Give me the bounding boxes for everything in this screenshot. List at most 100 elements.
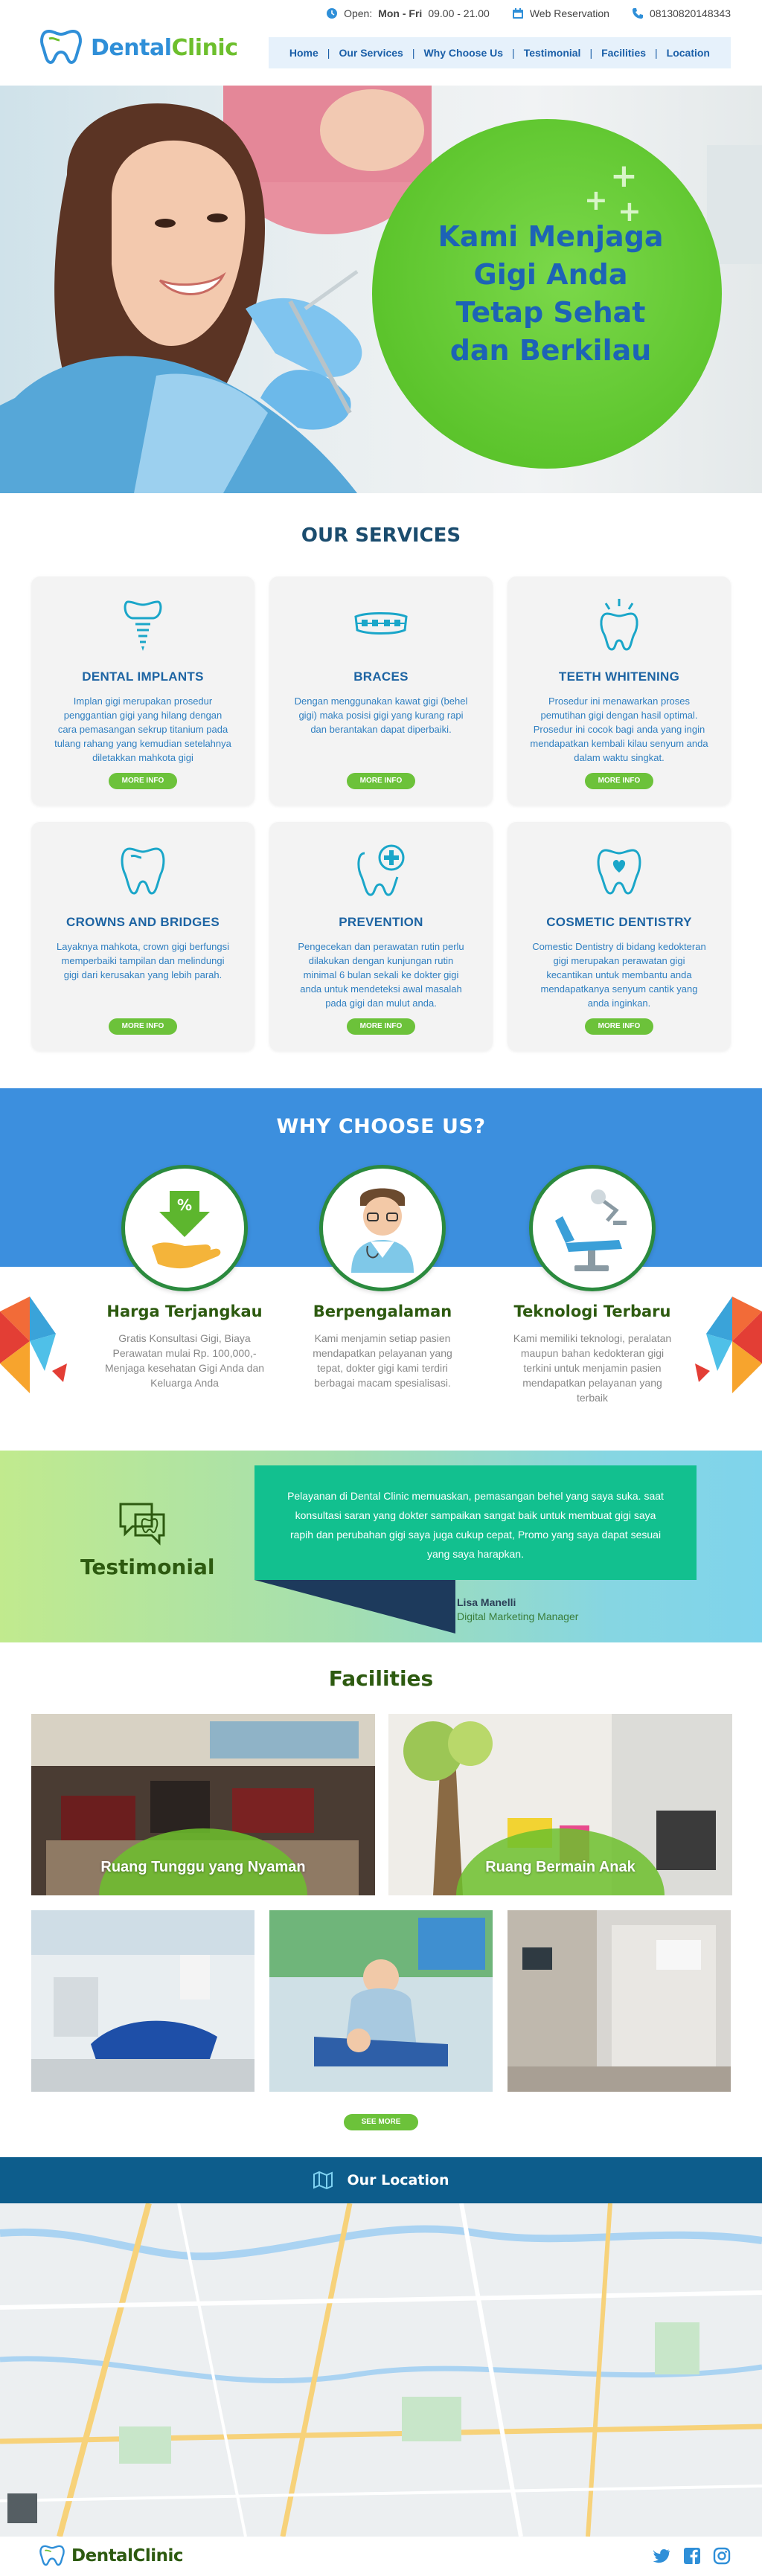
facility-photo-clinic-room[interactable] bbox=[508, 1910, 731, 2092]
cosmetic-icon bbox=[597, 849, 641, 895]
logo-text-clinic: Clinic bbox=[171, 34, 238, 61]
discount-hand-icon: % bbox=[152, 1191, 221, 1269]
triangle-decoration-left bbox=[0, 1297, 67, 1393]
facilities-section: Facilities Ruang Tunggu yang Nyaman Ruan… bbox=[0, 1642, 762, 2157]
nav-location[interactable]: Location bbox=[658, 47, 719, 59]
opening-hours: Open: Mon - Fri 09.00 - 21.00 bbox=[326, 7, 490, 19]
service-card-crowns-and-bridges: CROWNS AND BRIDGES Layaknya mahkota, cro… bbox=[31, 822, 254, 1051]
service-name: DENTAL IMPLANTS bbox=[82, 669, 204, 684]
service-description: Comestic Dentistry di bidang kedokteran … bbox=[532, 941, 706, 1009]
why-icon-circle: % bbox=[121, 1165, 248, 1291]
hero-headline: Kami Menjaga Gigi Anda Tetap Sehat dan B… bbox=[438, 220, 664, 367]
more-info-button[interactable]: MORE INFO bbox=[585, 773, 653, 789]
see-more-button[interactable]: SEE MORE bbox=[344, 2114, 418, 2130]
testimonial-section: Testimonial Pelayanan di Dental Clinic m… bbox=[0, 1451, 762, 1642]
service-card-teeth-whitening: TEETH WHITENING Prosedur ini menawarkan … bbox=[508, 576, 731, 806]
why-item-name: Berpengalaman bbox=[313, 1303, 452, 1320]
treatment-room-image bbox=[31, 1910, 254, 2092]
whitening-icon bbox=[600, 599, 638, 651]
service-description: Prosedur ini menawarkan proses pemutihan… bbox=[530, 696, 708, 763]
more-info-button[interactable]: MORE INFO bbox=[347, 773, 415, 789]
prevention-icon bbox=[357, 844, 405, 896]
dentist-icon bbox=[351, 1188, 414, 1273]
logo-text-dental: Dental bbox=[91, 34, 172, 61]
social-links bbox=[653, 2547, 731, 2565]
nav-why-choose-us[interactable]: Why Choose Us bbox=[414, 47, 512, 59]
service-name: TEETH WHITENING bbox=[558, 669, 680, 684]
services-title: OUR SERVICES bbox=[301, 524, 461, 547]
hours-time: 09.00 - 21.00 bbox=[428, 7, 490, 19]
service-card-cosmetic-dentistry: COSMETIC DENTISTRY Comestic Dentistry di… bbox=[508, 822, 731, 1051]
instagram-icon[interactable] bbox=[713, 2547, 731, 2565]
why-item-description: Kami menjamin setiap pasien mendapatkan … bbox=[313, 1332, 452, 1389]
testimonial-author-role: Digital Marketing Manager bbox=[457, 1610, 579, 1622]
why-item-name: Harga Terjangkau bbox=[106, 1303, 263, 1320]
facility-photo-dentist-at-work[interactable] bbox=[269, 1910, 493, 2092]
location-title: Our Location bbox=[347, 2172, 449, 2188]
twitter-icon[interactable] bbox=[653, 2547, 671, 2565]
braces-icon bbox=[354, 612, 408, 635]
footer-logo-dental: Dental bbox=[71, 2546, 133, 2566]
service-card-braces: BRACES Dengan menggunakan kawat gigi (be… bbox=[269, 576, 493, 806]
why-title: WHY CHOOSE US? bbox=[276, 1115, 486, 1138]
service-name: COSMETIC DENTISTRY bbox=[546, 915, 692, 929]
web-reservation-link[interactable]: Web Reservation bbox=[512, 7, 609, 19]
more-info-button[interactable]: MORE INFO bbox=[585, 1018, 653, 1035]
map-icon bbox=[313, 2171, 333, 2190]
phone-contact[interactable]: 08130820148343 bbox=[632, 7, 731, 19]
more-info-button[interactable]: MORE INFO bbox=[347, 1018, 415, 1035]
crown-icon bbox=[121, 847, 165, 895]
nav-home[interactable]: Home bbox=[281, 47, 327, 59]
dentist-at-work-image bbox=[269, 1910, 493, 2092]
hours-prefix: Open: bbox=[344, 7, 373, 19]
footer-logo[interactable]: DentalClinic bbox=[39, 2544, 184, 2568]
service-card-dental-implants: DENTAL IMPLANTS Implan gigi merupakan pr… bbox=[31, 576, 254, 806]
more-info-button[interactable]: MORE INFO bbox=[109, 773, 177, 789]
site-header: DentalClinic Open: Mon - Fri 09.00 - 21.… bbox=[0, 0, 762, 86]
tooth-logo-icon bbox=[39, 2545, 65, 2566]
location-map[interactable] bbox=[0, 2203, 762, 2537]
top-info-bar: Open: Mon - Fri 09.00 - 21.00 Web Reserv… bbox=[326, 7, 731, 19]
why-item-name: Teknologi Terbaru bbox=[513, 1303, 671, 1320]
service-description: Implan gigi merupakan prosedur pengganti… bbox=[54, 696, 231, 763]
location-header-bar: Our Location bbox=[0, 2157, 762, 2203]
clinic-room-image bbox=[508, 1910, 731, 2092]
service-name: PREVENTION bbox=[339, 915, 423, 929]
hero-headline-circle: + + + Kami Menjaga Gigi Anda Tetap Sehat… bbox=[372, 119, 722, 469]
our-services-section: OUR SERVICES DENTAL IMPLANTS Implan gigi… bbox=[0, 493, 762, 1088]
facility-caption: Ruang Tunggu yang Nyaman bbox=[100, 1859, 306, 1875]
quote-tail-shape bbox=[254, 1580, 455, 1634]
nav-facilities[interactable]: Facilities bbox=[592, 47, 655, 59]
plus-decoration-icon: + bbox=[584, 184, 608, 216]
site-footer: DentalClinic bbox=[0, 2537, 762, 2576]
chat-tooth-icon bbox=[119, 1503, 165, 1546]
service-name: CROWNS AND BRIDGES bbox=[66, 915, 220, 929]
facility-caption: Ruang Bermain Anak bbox=[485, 1859, 635, 1875]
plus-decoration-icon: + bbox=[618, 195, 641, 228]
map-image bbox=[0, 2203, 762, 2537]
facility-photo-treatment-room[interactable] bbox=[31, 1910, 254, 2092]
facebook-icon[interactable] bbox=[683, 2547, 701, 2565]
nav-testimonial[interactable]: Testimonial bbox=[515, 47, 590, 59]
calendar-icon bbox=[512, 8, 523, 19]
facility-photo-kids-room[interactable]: Ruang Bermain Anak bbox=[388, 1714, 732, 1895]
triangle-decoration-right bbox=[695, 1297, 762, 1393]
phone-icon bbox=[632, 8, 643, 19]
service-description: Pengecekan dan perawatan rutin perlu dil… bbox=[298, 941, 464, 1009]
why-choose-us-section: WHY CHOOSE US? % Harga Terjangkau Gratis… bbox=[0, 1088, 762, 1451]
dental-chair-icon bbox=[555, 1189, 627, 1271]
testimonial-label: Testimonial bbox=[80, 1555, 215, 1579]
more-info-button[interactable]: MORE INFO bbox=[109, 1018, 177, 1035]
service-description: Dengan menggunakan kawat gigi (behel gig… bbox=[294, 696, 468, 735]
service-name: BRACES bbox=[353, 669, 409, 684]
why-icon-circle bbox=[529, 1165, 656, 1291]
why-item-description: Kami memiliki teknologi, peralatan maupu… bbox=[513, 1332, 672, 1404]
service-card-prevention: PREVENTION Pengecekan dan perawatan ruti… bbox=[269, 822, 493, 1051]
phone-number: 08130820148343 bbox=[649, 7, 731, 19]
footer-logo-clinic: Clinic bbox=[132, 2546, 184, 2566]
facility-photo-waiting-room[interactable]: Ruang Tunggu yang Nyaman bbox=[31, 1714, 375, 1895]
site-logo[interactable]: DentalClinic bbox=[39, 28, 238, 67]
service-description: Layaknya mahkota, crown gigi berfungsi m… bbox=[57, 941, 229, 980]
nav-our-services[interactable]: Our Services bbox=[330, 47, 412, 59]
hours-days: Mon - Fri bbox=[378, 7, 423, 19]
